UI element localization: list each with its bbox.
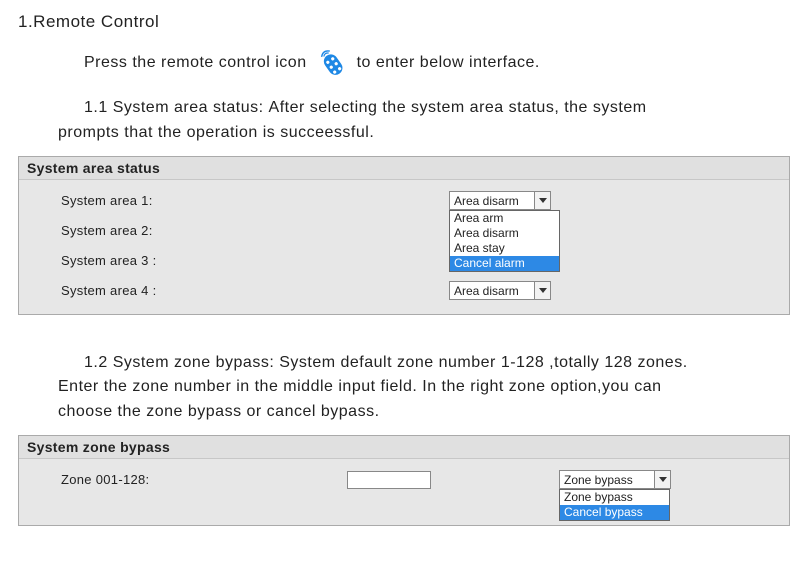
zone-number-input[interactable] xyxy=(347,471,431,489)
zone-bypass-dropdown[interactable]: Zone bypass Cancel bypass xyxy=(559,489,670,521)
select-value: Area disarm xyxy=(450,282,534,299)
zone-bypass-select[interactable]: Zone bypass Zone bypass Cancel bypass xyxy=(559,470,671,489)
panel-header-zone-bypass: System zone bypass xyxy=(19,436,789,459)
zone-row: Zone 001-128: Zone bypass Zone bypass Ca… xyxy=(19,465,789,495)
page-title: 1.Remote Control xyxy=(18,12,790,32)
section-1-1-heading: 1.1 System area status: After selecting … xyxy=(84,96,790,121)
system-area-4-select[interactable]: Area disarm xyxy=(449,281,551,300)
dropdown-option[interactable]: Area arm xyxy=(450,211,559,226)
select-value: Zone bypass xyxy=(560,471,654,488)
dropdown-option[interactable]: Cancel alarm xyxy=(450,256,559,271)
dropdown-option[interactable]: Area stay xyxy=(450,241,559,256)
dropdown-option[interactable]: Area disarm xyxy=(450,226,559,241)
remote-control-icon xyxy=(315,50,349,76)
section-1-2-heading: 1.2 System zone bypass: System default z… xyxy=(84,351,790,376)
system-area-row-2: System area 2: xyxy=(19,216,789,246)
intro-text-before: Press the remote control icon xyxy=(84,54,307,72)
chevron-down-icon xyxy=(534,282,550,299)
system-area-dropdown[interactable]: Area arm Area disarm Area stay Cancel al… xyxy=(449,210,560,272)
chevron-down-icon xyxy=(534,192,550,209)
system-area-row-3: System area 3 : xyxy=(19,246,789,276)
intro-text-after: to enter below interface. xyxy=(357,54,540,72)
system-area-status-panel: System area status System area 1: Area d… xyxy=(18,156,790,315)
section-1-2-heading-line3: choose the zone bypass or cancel bypass. xyxy=(58,400,790,425)
chevron-down-icon xyxy=(654,471,670,488)
system-area-label: System area 3 : xyxy=(19,253,389,268)
system-area-1-select[interactable]: Area disarm Area arm Area disarm Area st… xyxy=(449,191,551,210)
system-area-row-4: System area 4 : Area disarm xyxy=(19,276,789,306)
system-area-row-1: System area 1: Area disarm Area arm Area… xyxy=(19,186,789,216)
system-area-label: System area 4 : xyxy=(19,283,389,298)
panel-header-area-status: System area status xyxy=(19,157,789,180)
zone-label: Zone 001-128: xyxy=(19,472,289,487)
section-1-1-heading-line2: prompts that the operation is succeessfu… xyxy=(58,121,790,146)
select-value: Area disarm xyxy=(450,192,534,209)
system-area-label: System area 2: xyxy=(19,223,389,238)
system-area-label: System area 1: xyxy=(19,193,389,208)
dropdown-option[interactable]: Cancel bypass xyxy=(560,505,669,520)
dropdown-option[interactable]: Zone bypass xyxy=(560,490,669,505)
system-zone-bypass-panel: System zone bypass Zone 001-128: Zone by… xyxy=(18,435,790,526)
section-1-2-heading-line2: Enter the zone number in the middle inpu… xyxy=(58,375,790,400)
